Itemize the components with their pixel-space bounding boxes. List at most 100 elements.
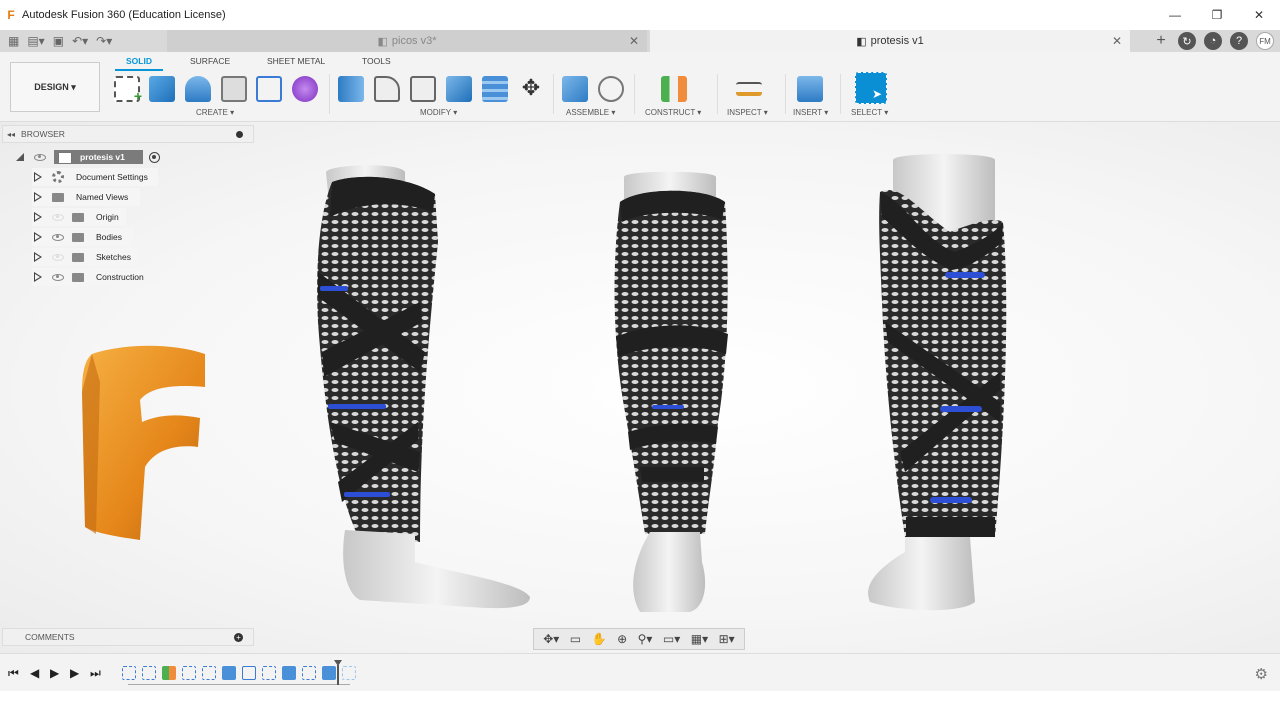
expand-arrow-icon[interactable] [34, 272, 42, 282]
expand-arrow-icon[interactable] [34, 212, 42, 222]
offset-plane-icon[interactable] [661, 76, 687, 102]
visibility-eye-icon[interactable] [52, 233, 64, 241]
tab-tools[interactable]: TOOLS [362, 56, 391, 66]
offset-face-icon[interactable] [482, 76, 508, 102]
activate-target-icon[interactable] [148, 151, 160, 163]
job-status-icon[interactable]: ↻ [1178, 32, 1196, 50]
timeline-sketch-icon[interactable] [142, 666, 156, 680]
browser-item-bodies[interactable]: Bodies [32, 228, 134, 246]
collapse-panel-icon[interactable]: ◂◂ [7, 130, 15, 139]
notifications-icon[interactable]: ◔ [1204, 32, 1222, 50]
close-tab-icon[interactable]: ✕ [629, 34, 639, 48]
comments-panel-header[interactable]: COMMENTS + [2, 628, 254, 646]
group-assemble[interactable]: ASSEMBLE ▾ [566, 108, 615, 117]
pan-icon[interactable]: ✋ [592, 632, 607, 646]
user-avatar[interactable]: FM [1256, 32, 1274, 50]
browser-item-construction[interactable]: Construction [32, 268, 160, 286]
file-menu-icon[interactable]: ▤▾ [27, 34, 44, 48]
browser-root-node[interactable]: protesis v1 [16, 148, 160, 166]
expand-arrow-icon[interactable] [34, 232, 42, 242]
select-icon[interactable]: ➤ [855, 72, 887, 104]
new-tab-icon[interactable]: + [1152, 32, 1170, 50]
timeline-sketch-icon[interactable] [182, 666, 196, 680]
timeline-sketch-icon[interactable] [202, 666, 216, 680]
shell-icon[interactable] [221, 76, 247, 102]
pin-icon[interactable] [236, 130, 243, 138]
minimize-button[interactable]: — [1154, 0, 1196, 30]
save-icon[interactable]: ▣ [53, 34, 64, 48]
visibility-eye-icon[interactable] [34, 153, 46, 161]
group-modify[interactable]: MODIFY ▾ [420, 108, 457, 117]
step-forward-icon[interactable]: ▶ [70, 666, 79, 680]
tab-surface[interactable]: SURFACE [190, 56, 230, 66]
timeline: ⏮ ◀ ▶ ▶ ⏭ ⚙ [0, 653, 1280, 691]
press-pull-icon[interactable] [338, 76, 364, 102]
display-settings-icon[interactable]: ▭▾ [663, 632, 680, 646]
timeline-extrude-icon[interactable] [282, 666, 296, 680]
joint-icon[interactable] [598, 76, 624, 102]
timeline-settings-gear-icon[interactable]: ⚙ [1255, 665, 1268, 683]
expand-toggle-icon[interactable] [16, 153, 24, 161]
workspace-switcher[interactable]: DESIGN ▾ [10, 62, 100, 112]
group-inspect[interactable]: INSPECT ▾ [727, 108, 768, 117]
visibility-eye-icon[interactable] [52, 273, 64, 281]
timeline-plane-icon[interactable] [162, 666, 176, 680]
extrude-icon[interactable] [149, 76, 175, 102]
app-grid-icon[interactable]: ▦ [8, 34, 19, 48]
timeline-feature-icon[interactable] [242, 666, 256, 680]
timeline-marker[interactable] [334, 660, 342, 686]
add-comment-icon[interactable]: + [234, 632, 243, 642]
viewport-canvas[interactable] [0, 122, 1280, 653]
group-select[interactable]: SELECT ▾ [851, 108, 888, 117]
group-insert[interactable]: INSERT ▾ [793, 108, 828, 117]
measure-icon[interactable] [736, 82, 762, 96]
group-construct[interactable]: CONSTRUCT ▾ [645, 108, 701, 117]
undo-icon[interactable]: ↶▾ [72, 34, 88, 48]
grid-icon[interactable]: ▦▾ [691, 632, 708, 646]
orbit-icon[interactable]: ✥▾ [543, 632, 559, 646]
help-icon[interactable]: ? [1230, 32, 1248, 50]
browser-item-named-views[interactable]: Named Views [32, 188, 140, 206]
timeline-extrude-icon[interactable] [222, 666, 236, 680]
move-icon[interactable]: ✥ [518, 76, 544, 102]
look-at-icon[interactable]: ▭ [570, 632, 581, 646]
timeline-sketch-icon[interactable] [342, 666, 356, 680]
tab-protesis-v1[interactable]: ◧ protesis v1 ✕ [650, 30, 1130, 52]
tab-sheet-metal[interactable]: SHEET METAL [267, 56, 325, 66]
visibility-eye-icon[interactable] [52, 213, 64, 221]
create-sketch-icon[interactable]: + [114, 76, 142, 104]
browser-item-origin[interactable]: Origin [32, 208, 126, 226]
visibility-eye-icon[interactable] [52, 253, 64, 261]
rectangular-pattern-icon[interactable] [256, 76, 282, 102]
redo-icon[interactable]: ↷▾ [96, 34, 112, 48]
revolve-icon[interactable] [185, 76, 211, 102]
insert-canvas-icon[interactable] [797, 76, 823, 102]
browser-item-document-settings[interactable]: Document Settings [32, 168, 158, 186]
expand-arrow-icon[interactable] [34, 192, 42, 202]
form-icon[interactable] [292, 76, 318, 102]
browser-item-sketches[interactable]: Sketches [32, 248, 138, 266]
go-to-start-icon[interactable]: ⏮ [8, 666, 19, 681]
maximize-button[interactable]: ❐ [1196, 0, 1238, 30]
chamfer-icon[interactable] [410, 76, 436, 102]
go-to-end-icon[interactable]: ⏭ [90, 666, 101, 681]
expand-arrow-icon[interactable] [34, 172, 42, 182]
viewports-icon[interactable]: ⊞▾ [719, 632, 735, 646]
close-window-button[interactable]: ✕ [1238, 0, 1280, 30]
new-component-icon[interactable] [562, 76, 588, 102]
zoom-window-icon[interactable]: ⊕ [617, 632, 627, 646]
browser-panel-header[interactable]: ◂◂ BROWSER [2, 125, 254, 143]
zoom-icon[interactable]: ⚲▾ [638, 632, 653, 646]
timeline-sketch-icon[interactable] [302, 666, 316, 680]
tab-picos-v3[interactable]: ◧ picos v3* ✕ [167, 30, 647, 52]
fillet-icon[interactable] [374, 76, 400, 102]
combine-icon[interactable] [446, 76, 472, 102]
timeline-sketch-icon[interactable] [262, 666, 276, 680]
tab-solid[interactable]: SOLID [126, 56, 152, 66]
close-tab-icon[interactable]: ✕ [1112, 34, 1122, 48]
expand-arrow-icon[interactable] [34, 252, 42, 262]
timeline-sketch-icon[interactable] [122, 666, 136, 680]
step-back-icon[interactable]: ◀ [30, 666, 39, 680]
group-create[interactable]: CREATE ▾ [196, 108, 234, 117]
play-icon[interactable]: ▶ [50, 666, 59, 680]
